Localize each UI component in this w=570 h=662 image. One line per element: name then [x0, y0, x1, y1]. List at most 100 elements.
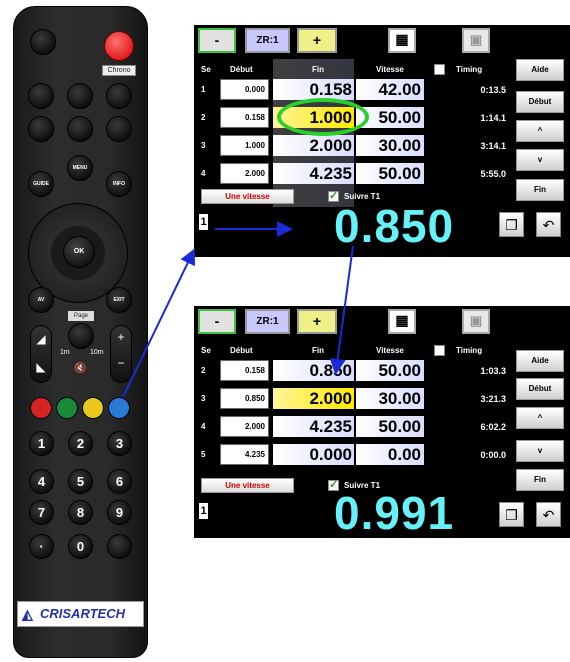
green-button[interactable] [56, 397, 78, 419]
row-vitesse[interactable]: 50.00 [356, 360, 424, 381]
ok-button[interactable]: OK [63, 236, 95, 268]
digit-3[interactable]: 3 [107, 431, 132, 456]
label-10m: 10m [90, 349, 104, 356]
fin-button[interactable]: Fin [516, 179, 564, 201]
info-label: INFO [113, 181, 125, 187]
mute-icon[interactable]: 🔇 [74, 363, 88, 377]
row-timing: 1:14.1 [480, 113, 506, 123]
copy-icon[interactable]: ❐ [499, 502, 524, 527]
header-vitesse: Vitesse [376, 65, 404, 74]
row-vitesse[interactable]: 50.00 [356, 163, 424, 184]
row-fin[interactable]: 4.235 [273, 163, 354, 184]
digit-6[interactable]: 6 [107, 469, 132, 494]
header-debut: Début [230, 65, 253, 74]
volume-plus: + [117, 330, 125, 344]
copy-icon[interactable]: ❐ [499, 212, 524, 237]
exit-button[interactable]: EXIT [106, 287, 132, 313]
row-debut[interactable]: 4.235 [220, 444, 269, 465]
zoom-ratio-label: ZR:1 [245, 28, 290, 53]
debut-button[interactable]: Début [516, 91, 564, 113]
remote-button-r2-3[interactable] [106, 116, 132, 142]
row-fin[interactable]: 2.000 [273, 135, 354, 156]
power-button[interactable] [30, 29, 56, 55]
up-button[interactable]: ^ [516, 407, 564, 429]
extra-button[interactable] [107, 534, 132, 559]
row-debut[interactable]: 0.000 [220, 79, 269, 100]
save-icon[interactable]: ▣ [462, 309, 490, 334]
highlight-circle [277, 98, 369, 136]
row-debut[interactable]: 2.000 [220, 163, 269, 184]
remote-button-r2-2[interactable] [67, 116, 93, 142]
menu-button[interactable]: MENU [67, 155, 93, 181]
digit-1[interactable]: 1 [29, 431, 54, 456]
row-debut[interactable]: 0.158 [220, 360, 269, 381]
row-se: 3 [201, 394, 206, 403]
guide-label: GUIDE [33, 181, 49, 187]
row-vitesse[interactable]: 42.00 [356, 79, 424, 100]
row-vitesse[interactable]: 30.00 [356, 135, 424, 156]
digit-5[interactable]: 5 [68, 469, 93, 494]
calculator-icon[interactable]: ▦ [388, 28, 416, 53]
brightness-rocker[interactable]: ◢ ◣ [30, 325, 52, 383]
digit-8[interactable]: 8 [68, 500, 93, 525]
row-vitesse[interactable]: 0.00 [356, 444, 424, 465]
aide-button[interactable]: Aide [516, 350, 564, 372]
remote-button-r1-2[interactable] [67, 83, 93, 109]
digit-4[interactable]: 4 [29, 469, 54, 494]
row-vitesse[interactable]: 30.00 [356, 388, 424, 409]
zoom-plus-button[interactable]: + [297, 309, 337, 334]
volume-rocker[interactable]: + − [110, 325, 132, 383]
blue-button[interactable] [108, 397, 130, 419]
digit-9[interactable]: 9 [107, 500, 132, 525]
row-timing: 3:21.3 [480, 394, 506, 404]
av-button[interactable]: AV [28, 287, 54, 313]
save-icon[interactable]: ▣ [462, 28, 490, 53]
digit-0[interactable]: 0 [68, 534, 93, 559]
row-vitesse[interactable]: 50.00 [356, 416, 424, 437]
header-se: Se [201, 65, 211, 74]
zoom-minus-button[interactable]: - [198, 309, 236, 334]
page-button[interactable] [68, 323, 94, 349]
zoom-minus-button[interactable]: - [198, 28, 236, 53]
dot-button[interactable]: · [29, 534, 54, 559]
distance-value: 0.850 [334, 200, 455, 252]
down-button[interactable]: v [516, 149, 564, 171]
fin-button[interactable]: Fin [516, 469, 564, 491]
row-se: 1 [201, 85, 206, 94]
yellow-button[interactable] [82, 397, 104, 419]
row-fin[interactable]: 4.235 [273, 416, 354, 437]
info-button[interactable]: INFO [106, 171, 132, 197]
red-button[interactable] [30, 397, 52, 419]
chrono-button[interactable] [104, 31, 134, 61]
zoom-plus-button[interactable]: + [297, 28, 337, 53]
row-debut[interactable]: 0.850 [220, 388, 269, 409]
brand-logo-icon: ◭ [22, 606, 33, 622]
undo-icon[interactable]: ↶ [536, 212, 561, 237]
une-vitesse-button[interactable]: Une vitesse [201, 478, 294, 493]
debut-button[interactable]: Début [516, 378, 564, 400]
remote-button-r1-3[interactable] [106, 83, 132, 109]
remote-button-r2-1[interactable] [28, 116, 54, 142]
timing-checkbox[interactable] [434, 345, 445, 356]
timing-checkbox[interactable] [434, 64, 445, 75]
lap-indicator: 1 [198, 213, 209, 231]
row-debut[interactable]: 1.000 [220, 135, 269, 156]
une-vitesse-button[interactable]: Une vitesse [201, 189, 294, 204]
digit-7[interactable]: 7 [29, 500, 54, 525]
remote-control: Chrono MENU GUIDE INFO OK AV EXIT Page ◢… [13, 6, 148, 658]
down-button[interactable]: v [516, 440, 564, 462]
row-fin[interactable]: 0.850 [273, 360, 354, 381]
brand-plate: ◭ CRISARTECH [17, 601, 144, 627]
calculator-icon[interactable]: ▦ [388, 309, 416, 334]
guide-button[interactable]: GUIDE [28, 171, 54, 197]
undo-icon[interactable]: ↶ [536, 502, 561, 527]
row-fin-selected[interactable]: 2.000 [273, 388, 354, 409]
row-debut[interactable]: 0.158 [220, 107, 269, 128]
digit-2[interactable]: 2 [68, 431, 93, 456]
aide-button[interactable]: Aide [516, 59, 564, 81]
row-debut[interactable]: 2.000 [220, 416, 269, 437]
row-fin[interactable]: 0.000 [273, 444, 354, 465]
row-fin[interactable]: 0.158 [273, 79, 354, 100]
up-button[interactable]: ^ [516, 120, 564, 142]
remote-button-r1-1[interactable] [28, 83, 54, 109]
